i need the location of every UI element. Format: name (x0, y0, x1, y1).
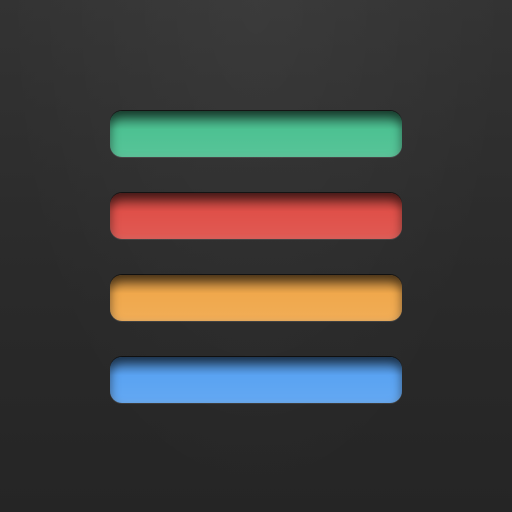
blue-bar (110, 357, 402, 403)
orange-bar (110, 275, 402, 321)
app-icon (0, 0, 512, 512)
red-bar (110, 193, 402, 239)
green-bar (110, 111, 402, 157)
